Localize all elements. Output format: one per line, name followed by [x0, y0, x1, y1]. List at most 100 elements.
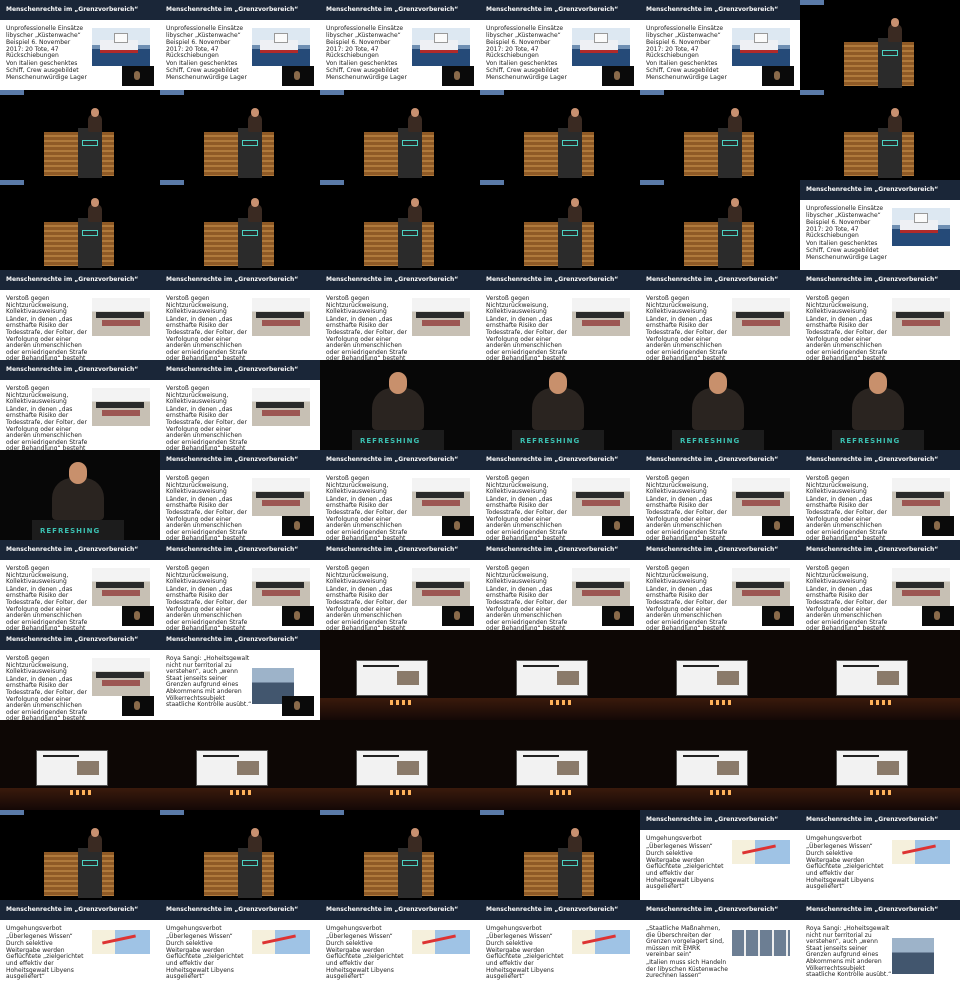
stage-lights — [870, 790, 894, 795]
slide-title: Menschenrechte im „Grenzvorbereich“ — [800, 540, 960, 560]
speaker-closeup-thumbnail[interactable]: REFRESHING — [800, 360, 960, 450]
slide-title: Menschenrechte im „Grenzvorbereich“ — [800, 270, 960, 290]
slide-thumbnail[interactable]: Menschenrechte im „Grenzvorbereich“ Verst… — [320, 540, 480, 630]
slide-thumbnail[interactable]: Menschenrechte im „Grenzvorbereich“ Verst… — [0, 360, 160, 450]
slide-thumbnail[interactable]: Menschenrechte im „Grenzvorbereich“ Roya … — [160, 630, 320, 720]
slide-thumbnail[interactable]: Menschenrechte im „Grenzvorbereich“ Verst… — [320, 450, 480, 540]
slide-thumbnail[interactable]: Menschenrechte im „Grenzvorbereich“ Verst… — [800, 540, 960, 630]
slide-line: Durch selektive Weitergabe werden Geflüc… — [806, 850, 884, 891]
slide-thumbnail[interactable]: Menschenrechte im „Grenzvorbereich“ Verst… — [320, 270, 480, 360]
slide-thumbnail[interactable]: Menschenrechte im „Grenzvorbereich“ Verst… — [0, 630, 160, 720]
lecture-hall-thumbnail[interactable] — [320, 630, 480, 720]
speaker-closeup-thumbnail[interactable]: REFRESHING — [640, 360, 800, 450]
slide-thumbnail[interactable]: Menschenrechte im „Grenzvorbereich“ Verst… — [480, 540, 640, 630]
slide-thumbnail[interactable]: Menschenrechte im „Grenzvorbereich“ Umgeh… — [480, 900, 640, 990]
speaker-closeup-thumbnail[interactable]: REFRESHING — [480, 360, 640, 450]
slide-thumbnail[interactable]: Menschenrechte im „Grenzvorbereich“ Roya … — [800, 900, 960, 990]
slide-thumbnail[interactable]: Menschenrechte im „Grenzvorbereich“ Umgeh… — [0, 900, 160, 990]
stage-lights — [550, 700, 574, 705]
slide-thumbnail[interactable]: Menschenrechte im „Grenzvorbereich“ Unpro… — [0, 0, 160, 90]
slide-text: Unprofessionelle Einsätze libyscher „Küs… — [486, 25, 568, 83]
speaker-podium-thumbnail[interactable] — [480, 180, 640, 270]
slide-thumbnail[interactable]: Menschenrechte im „Grenzvorbereich“ Umgeh… — [800, 810, 960, 900]
slide-text: Unprofessionelle Einsätze libyscher „Küs… — [326, 25, 408, 83]
slide-line: „Überlegenes Wissen“ — [6, 932, 73, 940]
slide-thumbnail[interactable]: Menschenrechte im „Grenzvorbereich“ Verst… — [800, 270, 960, 360]
speaker-podium-thumbnail[interactable] — [0, 180, 160, 270]
projection-screen — [516, 660, 588, 696]
slide-thumbnail[interactable]: Menschenrechte im „Grenzvorbereich“ Verst… — [640, 270, 800, 360]
speaker-inset-video — [762, 66, 794, 86]
speaker-podium-thumbnail[interactable] — [160, 810, 320, 900]
slide-thumbnail[interactable]: Menschenrechte im „Grenzvorbereich“ Verst… — [0, 270, 160, 360]
speaker-podium-thumbnail[interactable] — [640, 90, 800, 180]
lectern-brand-text: REFRESHING — [680, 437, 741, 445]
slide-text: Verstoß gegen Nichtzurückweisung, Kollek… — [166, 475, 248, 540]
slide-thumbnail[interactable]: Menschenrechte im „Grenzvorbereich“ Umgeh… — [160, 900, 320, 990]
slide-thumbnail[interactable]: Menschenrechte im „Grenzvorbereich“ Umgeh… — [640, 810, 800, 900]
lecture-hall-thumbnail[interactable] — [160, 720, 320, 810]
speaker-podium-thumbnail[interactable] — [160, 180, 320, 270]
slide-title: Menschenrechte im „Grenzvorbereich“ — [800, 810, 960, 830]
lectern — [558, 218, 582, 268]
speaker-podium-thumbnail[interactable] — [480, 90, 640, 180]
speaker-closeup-thumbnail[interactable]: REFRESHING — [320, 360, 480, 450]
slide-thumbnail[interactable]: Menschenrechte im „Grenzvorbereich“ Verst… — [160, 450, 320, 540]
lecture-hall-thumbnail[interactable] — [320, 720, 480, 810]
speaker-podium-thumbnail[interactable] — [0, 90, 160, 180]
lecture-hall-thumbnail[interactable] — [640, 720, 800, 810]
slide-thumbnail[interactable]: Menschenrechte im „Grenzvorbereich“ „Staa… — [640, 900, 800, 990]
collage-image — [732, 930, 790, 956]
slide-thumbnail[interactable]: Menschenrechte im „Grenzvorbereich“ Verst… — [480, 450, 640, 540]
speaker-podium-thumbnail[interactable] — [320, 90, 480, 180]
lecture-hall-thumbnail[interactable] — [800, 630, 960, 720]
speaker-podium-thumbnail[interactable] — [800, 90, 960, 180]
video-thumbnail-grid: Menschenrechte im „Grenzvorbereich“ Unpro… — [0, 0, 960, 990]
speaker-inset-video — [602, 66, 634, 86]
speaker-closeup-thumbnail[interactable]: REFRESHING — [0, 450, 160, 540]
slide-line: Verstoß gegen Nichtzurückweisung, Kollek… — [166, 295, 229, 316]
lecture-hall-thumbnail[interactable] — [480, 630, 640, 720]
speaker-podium-thumbnail[interactable] — [800, 0, 960, 90]
speaker-podium-thumbnail[interactable] — [320, 180, 480, 270]
lectern-logo — [402, 860, 418, 866]
slide-text: Verstoß gegen Nichtzurückweisung, Kollek… — [806, 565, 888, 630]
slide-thumbnail[interactable]: Menschenrechte im „Grenzvorbereich“ Verst… — [160, 270, 320, 360]
slide-text: Verstoß gegen Nichtzurückweisung, Kollek… — [806, 295, 888, 360]
ship-image — [892, 208, 950, 246]
slide-title: Menschenrechte im „Grenzvorbereich“ — [640, 0, 800, 20]
slide-text: Verstoß gegen Nichtzurückweisung, Kollek… — [326, 565, 408, 630]
lecture-hall-thumbnail[interactable] — [800, 720, 960, 810]
slide-thumbnail[interactable]: Menschenrechte im „Grenzvorbereich“ Verst… — [160, 540, 320, 630]
slide-thumbnail[interactable]: Menschenrechte im „Grenzvorbereich“ Verst… — [0, 540, 160, 630]
speaker-podium-thumbnail[interactable] — [0, 810, 160, 900]
slide-thumbnail[interactable]: Menschenrechte im „Grenzvorbereich“ Verst… — [800, 450, 960, 540]
slide-line: Verstoß gegen Nichtzurückweisung, Kollek… — [326, 295, 389, 316]
speaker-podium-thumbnail[interactable] — [320, 810, 480, 900]
speaker-podium-thumbnail[interactable] — [160, 90, 320, 180]
slide-title: Menschenrechte im „Grenzvorbereich“ — [640, 540, 800, 560]
speaker-podium-thumbnail[interactable] — [640, 180, 800, 270]
slide-thumbnail[interactable]: Menschenrechte im „Grenzvorbereich“ Unpro… — [320, 0, 480, 90]
slide-thumbnail[interactable]: Menschenrechte im „Grenzvorbereich“ Umgeh… — [320, 900, 480, 990]
slide-thumbnail[interactable]: Menschenrechte im „Grenzvorbereich“ Verst… — [160, 360, 320, 450]
slide-thumbnail[interactable]: Menschenrechte im „Grenzvorbereich“ Unpro… — [640, 0, 800, 90]
slide-line: Länder, in denen „das ernsthafte Risiko … — [6, 405, 88, 450]
slide-thumbnail[interactable]: Menschenrechte im „Grenzvorbereich“ Unpro… — [800, 180, 960, 270]
slide-thumbnail[interactable]: Menschenrechte im „Grenzvorbereich“ Unpro… — [480, 0, 640, 90]
slide-title: Menschenrechte im „Grenzvorbereich“ — [640, 450, 800, 470]
slide-text: Umgehungsverbot „Überlegenes Wissen“ Durch… — [6, 925, 88, 982]
slide-thumbnail[interactable]: Menschenrechte im „Grenzvorbereich“ Unpro… — [160, 0, 320, 90]
slide-title: Menschenrechte im „Grenzvorbereich“ — [320, 450, 480, 470]
slide-thumbnail[interactable]: Menschenrechte im „Grenzvorbereich“ Verst… — [640, 450, 800, 540]
slide-line: Verstoß gegen Nichtzurückweisung, Kollek… — [6, 565, 69, 586]
slide-thumbnail[interactable]: Menschenrechte im „Grenzvorbereich“ Verst… — [480, 270, 640, 360]
lecture-hall-thumbnail[interactable] — [0, 720, 160, 810]
lecture-hall-thumbnail[interactable] — [640, 630, 800, 720]
speaker-podium-thumbnail[interactable] — [480, 810, 640, 900]
lecture-hall-thumbnail[interactable] — [480, 720, 640, 810]
slide-line: Menschenunwürdige Lager — [646, 74, 727, 82]
slide-thumbnail[interactable]: Menschenrechte im „Grenzvorbereich“ Verst… — [640, 540, 800, 630]
wreck-image — [252, 298, 310, 336]
slide-line: Länder, in denen „das ernsthafte Risiko … — [326, 495, 408, 540]
